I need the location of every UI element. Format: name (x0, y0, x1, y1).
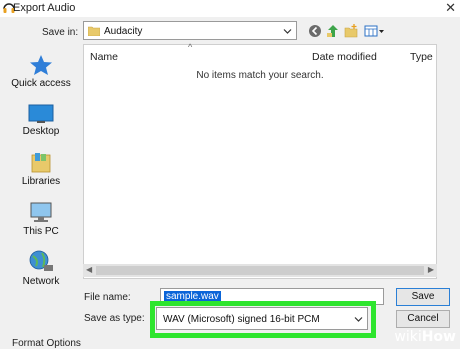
desktop-icon (28, 104, 54, 123)
chevron-down-icon (354, 317, 363, 322)
save-in-label: Save in: (42, 27, 79, 38)
sidebar-item-label: Network (22, 276, 60, 287)
save-button[interactable]: Save (396, 288, 450, 306)
view-menu-icon[interactable] (364, 24, 386, 38)
file-list[interactable]: Name ^ Date modified Type No items match… (83, 42, 437, 279)
sidebar-item-label: Desktop (22, 126, 60, 137)
watermark: wikiHow (394, 329, 456, 345)
save-in-value: Audacity (104, 26, 143, 37)
format-options-label: Format Options (12, 338, 81, 349)
up-folder-icon[interactable] (326, 24, 340, 38)
navigation-pane: Quick access Desktop Libraries This PC N… (0, 44, 82, 287)
sort-caret-icon: ^ (188, 42, 193, 52)
export-audio-dialog: Export Audio ✕ Save in: Audacity Quick a… (0, 0, 460, 349)
save-in-dropdown[interactable]: Audacity (83, 21, 297, 40)
cancel-button[interactable]: Cancel (396, 310, 450, 328)
sidebar-item-label: Libraries (21, 176, 61, 187)
sidebar-item-libraries[interactable]: Libraries (0, 152, 82, 187)
scroll-right-icon[interactable]: ▶ (428, 265, 434, 274)
window-title: Export Audio (13, 2, 76, 14)
scrollbar-thumb[interactable] (96, 266, 424, 275)
new-folder-icon[interactable] (344, 24, 358, 38)
back-icon[interactable] (308, 24, 322, 38)
empty-message: No items match your search. (196, 70, 324, 81)
sidebar-item-label: Quick access (11, 78, 71, 89)
title-bar: Export Audio ✕ (0, 0, 460, 17)
save-as-type-dropdown[interactable]: WAV (Microsoft) signed 16-bit PCM (156, 307, 368, 330)
column-header-name[interactable]: Name (90, 51, 118, 63)
close-icon[interactable]: ✕ (445, 0, 456, 16)
watermark-suffix: How (421, 329, 456, 345)
horizontal-scrollbar[interactable]: ◀ ▶ (83, 264, 437, 277)
scroll-left-icon[interactable]: ◀ (86, 265, 92, 274)
watermark-prefix: wiki (394, 329, 422, 345)
network-icon (29, 250, 53, 271)
save-as-type-label: Save as type: (84, 313, 145, 324)
file-name-label: File name: (84, 292, 131, 303)
libraries-icon (31, 153, 51, 173)
column-header-date-modified[interactable]: Date modified (312, 51, 377, 63)
column-header-type[interactable]: Type (410, 51, 433, 63)
sidebar-item-label: This PC (23, 226, 59, 237)
star-icon (30, 55, 52, 75)
sidebar-item-this-pc[interactable]: This PC (0, 202, 82, 237)
computer-icon (30, 202, 52, 222)
sidebar-item-desktop[interactable]: Desktop (0, 104, 82, 137)
chevron-down-icon (283, 29, 292, 34)
save-as-type-value: WAV (Microsoft) signed 16-bit PCM (163, 314, 320, 325)
folder-icon (88, 26, 100, 36)
sidebar-item-quick-access[interactable]: Quick access (0, 54, 82, 89)
sidebar-item-network[interactable]: Network (0, 250, 82, 287)
